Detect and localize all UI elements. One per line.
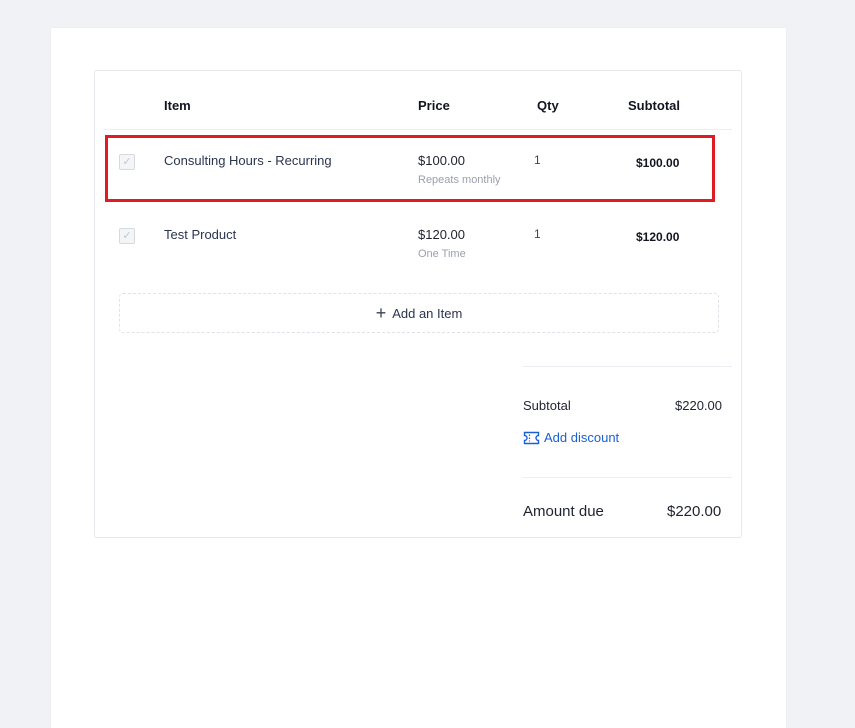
- item-subtotal: $120.00: [636, 230, 680, 244]
- amount-due-value: $220.00: [667, 503, 722, 520]
- item-price[interactable]: $120.00: [418, 227, 465, 242]
- add-discount-link[interactable]: Add discount: [523, 430, 619, 445]
- item-frequency: One Time: [418, 248, 466, 260]
- line-item-row[interactable]: ✓ Test Product $120.00 One Time 1 $120.0…: [95, 215, 741, 279]
- item-name[interactable]: Test Product: [164, 227, 236, 242]
- header-divider: [103, 129, 732, 130]
- add-discount-label: Add discount: [544, 430, 620, 445]
- add-item-button[interactable]: + Add an Item: [119, 293, 719, 333]
- ticket-icon: [523, 431, 540, 444]
- item-name[interactable]: Consulting Hours - Recurring: [164, 153, 332, 168]
- plus-icon: +: [375, 303, 387, 323]
- column-header-subtotal: Subtotal: [628, 98, 680, 113]
- add-item-label: Add an Item: [392, 305, 463, 321]
- subtotal-value: $220.00: [675, 398, 722, 413]
- line-items-card: Item Price Qty Subtotal ✓ Consulting Hou…: [94, 70, 742, 538]
- column-header-price: Price: [418, 98, 450, 113]
- item-qty[interactable]: 1: [534, 227, 541, 241]
- line-item-row[interactable]: ✓ Consulting Hours - Recurring $100.00 R…: [95, 141, 741, 205]
- amount-due-label: Amount due: [523, 503, 604, 520]
- item-subtotal: $100.00: [636, 156, 680, 170]
- item-frequency: Repeats monthly: [418, 174, 501, 186]
- item-qty[interactable]: 1: [534, 153, 541, 167]
- item-price[interactable]: $100.00: [418, 153, 465, 168]
- row-checkbox[interactable]: ✓: [119, 228, 135, 244]
- invoice-page: Item Price Qty Subtotal ✓ Consulting Hou…: [51, 28, 786, 728]
- totals-divider: [523, 366, 732, 367]
- totals-divider: [523, 477, 732, 478]
- row-checkbox[interactable]: ✓: [119, 154, 135, 170]
- subtotal-label: Subtotal: [523, 398, 571, 413]
- column-header-qty: Qty: [537, 98, 559, 113]
- column-header-item: Item: [164, 98, 191, 113]
